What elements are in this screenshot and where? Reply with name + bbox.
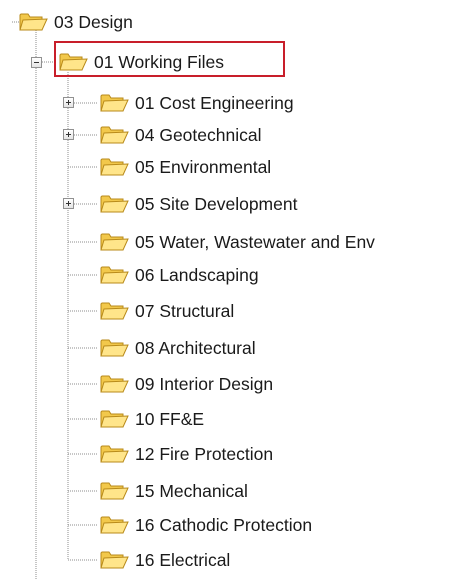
expand-toggle-icon[interactable] bbox=[63, 198, 74, 209]
open-folder-icon bbox=[99, 407, 129, 431]
tree-node-child[interactable]: 16 Electrical bbox=[99, 545, 230, 575]
folder-tree: 03 Design 01 Working Files 01 Cost Engin… bbox=[0, 0, 459, 580]
tree-node-child[interactable]: 06 Landscaping bbox=[99, 260, 259, 290]
tree-node-child[interactable]: 12 Fire Protection bbox=[99, 439, 273, 469]
open-folder-icon bbox=[99, 513, 129, 537]
open-folder-icon bbox=[99, 548, 129, 572]
tree-node-label: 16 Electrical bbox=[135, 550, 231, 570]
open-folder-icon bbox=[99, 192, 129, 216]
tree-node-label: 09 Interior Design bbox=[135, 374, 274, 394]
open-folder-icon bbox=[99, 479, 129, 503]
open-folder-icon bbox=[99, 336, 129, 360]
open-folder-icon bbox=[18, 10, 48, 34]
tree-node-label: 05 Site Development bbox=[135, 194, 298, 214]
open-folder-icon bbox=[58, 50, 88, 74]
tree-node-child[interactable]: 16 Cathodic Protection bbox=[99, 510, 312, 540]
collapse-toggle-icon[interactable] bbox=[31, 57, 42, 68]
tree-node-child[interactable]: 15 Mechanical bbox=[99, 476, 248, 506]
open-folder-icon bbox=[99, 123, 129, 147]
tree-node-label: 16 Cathodic Protection bbox=[135, 515, 313, 535]
tree-node-label: 01 Cost Engineering bbox=[135, 93, 294, 113]
tree-node-label: 08 Architectural bbox=[135, 338, 256, 358]
tree-node-label: 05 Environmental bbox=[135, 157, 272, 177]
tree-node-root[interactable]: 03 Design bbox=[18, 7, 133, 37]
tree-node-label: 05 Water, Wastewater and Env bbox=[135, 232, 375, 252]
open-folder-icon bbox=[99, 91, 129, 115]
tree-node-selected[interactable]: 01 Working Files bbox=[58, 47, 224, 77]
tree-node-label: 03 Design bbox=[54, 12, 133, 32]
tree-node-label: 01 Working Files bbox=[94, 52, 225, 72]
open-folder-icon bbox=[99, 155, 129, 179]
open-folder-icon bbox=[99, 372, 129, 396]
tree-node-label: 06 Landscaping bbox=[135, 265, 259, 285]
tree-node-child[interactable]: 07 Structural bbox=[99, 296, 234, 326]
open-folder-icon bbox=[99, 263, 129, 287]
open-folder-icon bbox=[99, 442, 129, 466]
expand-toggle-icon[interactable] bbox=[63, 97, 74, 108]
open-folder-icon bbox=[99, 230, 129, 254]
tree-node-child[interactable]: 08 Architectural bbox=[99, 333, 256, 363]
tree-node-child[interactable]: 09 Interior Design bbox=[99, 369, 273, 399]
tree-node-label: 15 Mechanical bbox=[135, 481, 248, 501]
tree-node-child[interactable]: 05 Site Development bbox=[99, 189, 297, 219]
tree-node-label: 10 FF&E bbox=[135, 409, 205, 429]
tree-node-child[interactable]: 04 Geotechnical bbox=[99, 120, 261, 150]
tree-node-child[interactable]: 01 Cost Engineering bbox=[99, 88, 294, 118]
expand-toggle-icon[interactable] bbox=[63, 129, 74, 140]
tree-node-child[interactable]: 05 Water, Wastewater and Env bbox=[99, 227, 375, 257]
tree-node-label: 04 Geotechnical bbox=[135, 125, 262, 145]
open-folder-icon bbox=[99, 299, 129, 323]
tree-node-label: 12 Fire Protection bbox=[135, 444, 274, 464]
tree-node-child[interactable]: 10 FF&E bbox=[99, 404, 204, 434]
tree-node-label: 07 Structural bbox=[135, 301, 235, 321]
tree-node-child[interactable]: 05 Environmental bbox=[99, 152, 271, 182]
